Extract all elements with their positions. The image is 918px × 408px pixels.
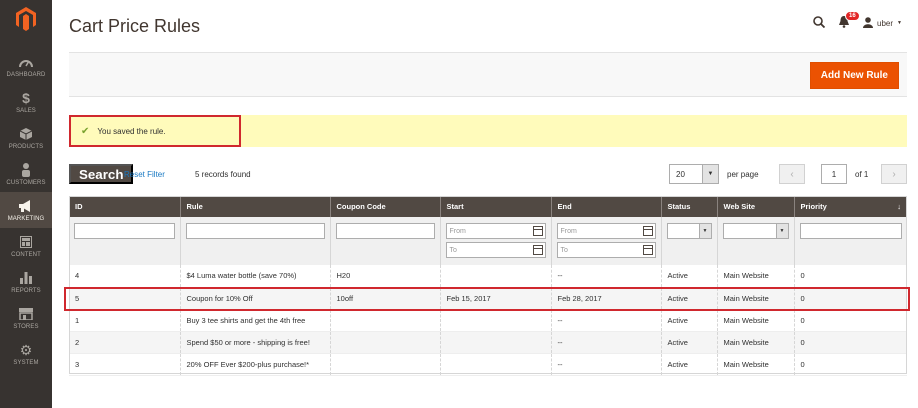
website-filter-select[interactable]: ▼ (722, 223, 789, 239)
user-menu[interactable]: uber ▼ (863, 16, 902, 30)
start-from-input[interactable]: From (445, 223, 546, 239)
priority-filter-input[interactable] (799, 223, 902, 239)
chevron-down-icon: ▼ (897, 20, 902, 26)
reset-filter-link[interactable]: Reset Filter (124, 170, 165, 179)
add-new-rule-button[interactable]: Add New Rule (809, 62, 899, 89)
magento-logo-icon[interactable] (0, 0, 52, 38)
cube-icon (20, 126, 32, 142)
calendar-icon[interactable] (532, 245, 543, 255)
calendar-icon[interactable] (642, 245, 653, 255)
status-filter-select[interactable]: ▼ (666, 223, 712, 239)
table-row[interactable]: 3 20% OFF Ever $200-plus purchase!* -- A… (69, 353, 907, 376)
global-header: 16 uber ▼ (813, 11, 902, 30)
column-header-status[interactable]: Status (660, 196, 717, 217)
user-icon (863, 16, 874, 30)
person-icon (21, 162, 31, 178)
sidebar-item-sales[interactable]: $ SALES (0, 84, 52, 120)
user-name: uber (877, 18, 894, 28)
bell-icon (839, 16, 850, 30)
grid-header-row: ID Rule Coupon Code Start End Status Web… (69, 196, 907, 217)
column-header-coupon-code[interactable]: Coupon Code (329, 196, 440, 217)
chevron-right-icon: › (892, 168, 896, 180)
sidebar-item-dashboard[interactable]: DASHBOARD (0, 48, 52, 84)
rule-filter-input[interactable] (185, 223, 325, 239)
table-row[interactable]: 4 $4 Luma water bottle (save 70%) H20 --… (69, 265, 907, 288)
admin-sidebar: DASHBOARD $ SALES PRODUCTS CUSTOMERS MAR… (0, 0, 52, 408)
sidebar-item-stores[interactable]: STORES (0, 300, 52, 336)
table-row[interactable]: 2 Spend $50 or more - shipping is free! … (69, 331, 907, 354)
layout-icon (20, 234, 32, 250)
grid-filter-row: From To From To ▼ ▼ (69, 217, 907, 265)
page-number-input[interactable]: 1 (821, 164, 847, 184)
grid-toolbar: Search Reset Filter 5 records found 20 ▼… (69, 164, 907, 184)
end-from-input[interactable]: From (556, 223, 656, 239)
gear-icon: ⚙ (19, 341, 33, 358)
sidebar-item-system[interactable]: ⚙ SYSTEM (0, 336, 52, 372)
search-icon[interactable] (813, 16, 826, 30)
notification-count-badge: 16 (845, 11, 860, 21)
store-icon (19, 306, 33, 322)
column-header-website[interactable]: Web Site (716, 196, 794, 217)
table-row[interactable]: 1 Buy 3 tee shirts and get the 4th free … (69, 309, 907, 332)
dashboard-icon (19, 54, 33, 70)
chevron-left-icon: ‹ (790, 168, 794, 180)
highlight-annotation-row (64, 287, 910, 311)
chevron-down-icon: ▼ (702, 165, 718, 183)
next-page-button[interactable]: › (881, 164, 907, 184)
sidebar-item-products[interactable]: PRODUCTS (0, 120, 52, 156)
megaphone-icon (18, 198, 34, 214)
sidebar-item-reports[interactable]: REPORTS (0, 264, 52, 300)
column-header-start[interactable]: Start (439, 196, 551, 217)
calendar-icon[interactable] (642, 226, 653, 236)
start-to-input[interactable]: To (445, 242, 546, 258)
previous-page-button[interactable]: ‹ (779, 164, 805, 184)
end-to-input[interactable]: To (556, 242, 656, 258)
column-header-id[interactable]: ID (69, 196, 180, 217)
cart-price-rules-grid: ID Rule Coupon Code Start End Status Web… (69, 196, 907, 376)
calendar-icon[interactable] (532, 226, 543, 236)
column-header-end[interactable]: End (550, 196, 661, 217)
chevron-down-icon: ▼ (698, 224, 711, 238)
page-title: Cart Price Rules (69, 16, 201, 36)
page-actions-bar: Add New Rule (69, 52, 907, 97)
sidebar-item-content[interactable]: CONTENT (0, 228, 52, 264)
records-count: 5 records found (195, 170, 251, 179)
sidebar-item-customers[interactable]: CUSTOMERS (0, 156, 52, 192)
main-content: Cart Price Rules 16 uber ▼ Add New Rule … (52, 0, 918, 408)
per-page-label: per page (727, 170, 759, 179)
id-filter-input[interactable] (74, 223, 175, 239)
chevron-down-icon: ▼ (775, 224, 788, 238)
total-pages: of 1 (855, 170, 869, 179)
per-page-select[interactable]: 20 ▼ (669, 164, 719, 184)
sort-arrow-icon: ↓ (897, 202, 901, 211)
coupon-code-filter-input[interactable] (335, 223, 435, 239)
sidebar-item-marketing[interactable]: MARKETING (0, 192, 52, 228)
column-header-priority[interactable]: Priority ↓ (793, 196, 907, 217)
bar-chart-icon (20, 270, 32, 286)
notifications-button[interactable]: 16 (839, 11, 860, 30)
column-header-rule[interactable]: Rule (179, 196, 330, 217)
highlight-annotation-message (69, 115, 241, 147)
dollar-icon: $ (22, 90, 30, 106)
